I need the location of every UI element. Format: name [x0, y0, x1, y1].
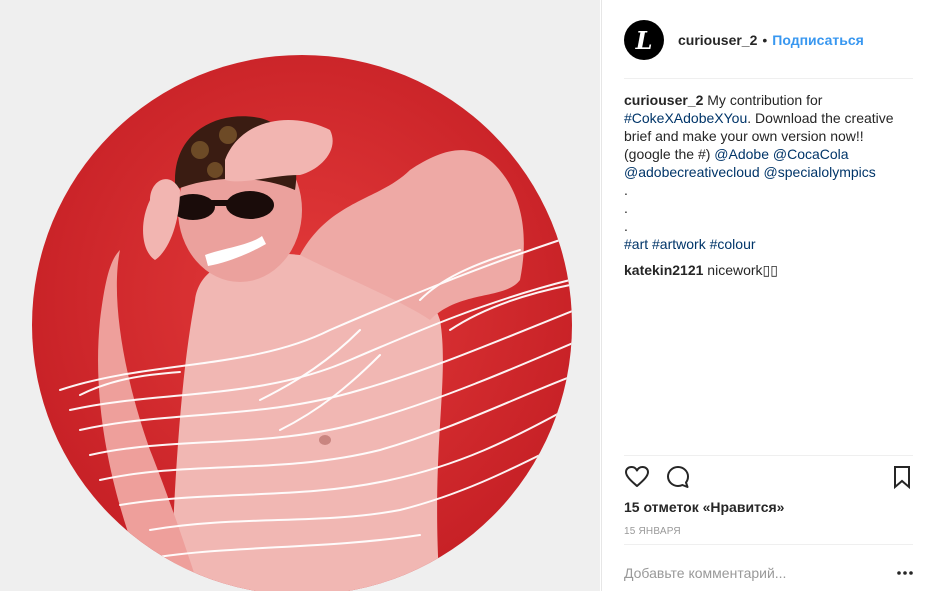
- likes-count[interactable]: 15 отметок «Нравится»: [624, 499, 784, 515]
- header-divider: [624, 78, 913, 79]
- add-comment-area: [624, 562, 914, 584]
- post-dialog: L curiouser_2 • Подписаться curiouser_2 …: [0, 0, 936, 591]
- mention-link-specialolympics[interactable]: @specialolympics: [764, 164, 876, 180]
- comment-text: nicework▯▯: [703, 262, 778, 278]
- bookmark-icon[interactable]: [889, 464, 915, 490]
- more-options-icon[interactable]: [896, 564, 914, 582]
- comment-divider: [624, 544, 913, 545]
- caption-dot-line: .: [624, 182, 628, 198]
- add-comment-input[interactable]: [624, 565, 874, 581]
- action-bar: [624, 464, 914, 492]
- header-username-link[interactable]: curiouser_2: [678, 32, 757, 48]
- hashtag-link-artwork[interactable]: #artwork: [652, 236, 706, 252]
- artwork-illustration: [0, 0, 600, 591]
- caption-dot-line: .: [624, 218, 628, 234]
- mention-link-adobecreativecloud[interactable]: @adobecreativecloud: [624, 164, 760, 180]
- follow-button[interactable]: Подписаться: [772, 32, 864, 48]
- comment-username-link[interactable]: katekin2121: [624, 262, 703, 278]
- mention-link-adobe[interactable]: @Adobe: [714, 146, 769, 162]
- mention-link-cocacola[interactable]: @CocaCola: [773, 146, 849, 162]
- avatar-letter: L: [635, 25, 653, 55]
- header-separator: •: [762, 32, 768, 48]
- heart-icon[interactable]: [624, 464, 650, 490]
- caption-tags: #art #artwork #colour: [624, 235, 914, 253]
- comments-list: curiouser_2 My contribution for #CokeXAd…: [624, 91, 914, 279]
- hashtag-link-colour[interactable]: #colour: [710, 236, 756, 252]
- hashtag-link-art[interactable]: #art: [624, 236, 648, 252]
- comment-item: katekin2121 nicework▯▯: [624, 261, 914, 279]
- post-date[interactable]: 15 ЯНВАРЯ: [624, 526, 681, 537]
- caption-dot-line: .: [624, 200, 628, 216]
- post-image[interactable]: [0, 0, 600, 591]
- caption-text-1: My contribution for: [703, 92, 823, 108]
- speech-bubble-icon[interactable]: [665, 464, 691, 490]
- actions-divider: [624, 455, 913, 456]
- hashtag-link-coke[interactable]: #CokeXAdobeXYou: [624, 110, 747, 126]
- avatar[interactable]: L: [624, 20, 664, 60]
- post-side-panel: L curiouser_2 • Подписаться curiouser_2 …: [601, 0, 936, 591]
- caption: curiouser_2 My contribution for #CokeXAd…: [624, 91, 914, 253]
- caption-username-link[interactable]: curiouser_2: [624, 92, 703, 108]
- post-header: L curiouser_2 • Подписаться: [624, 18, 914, 62]
